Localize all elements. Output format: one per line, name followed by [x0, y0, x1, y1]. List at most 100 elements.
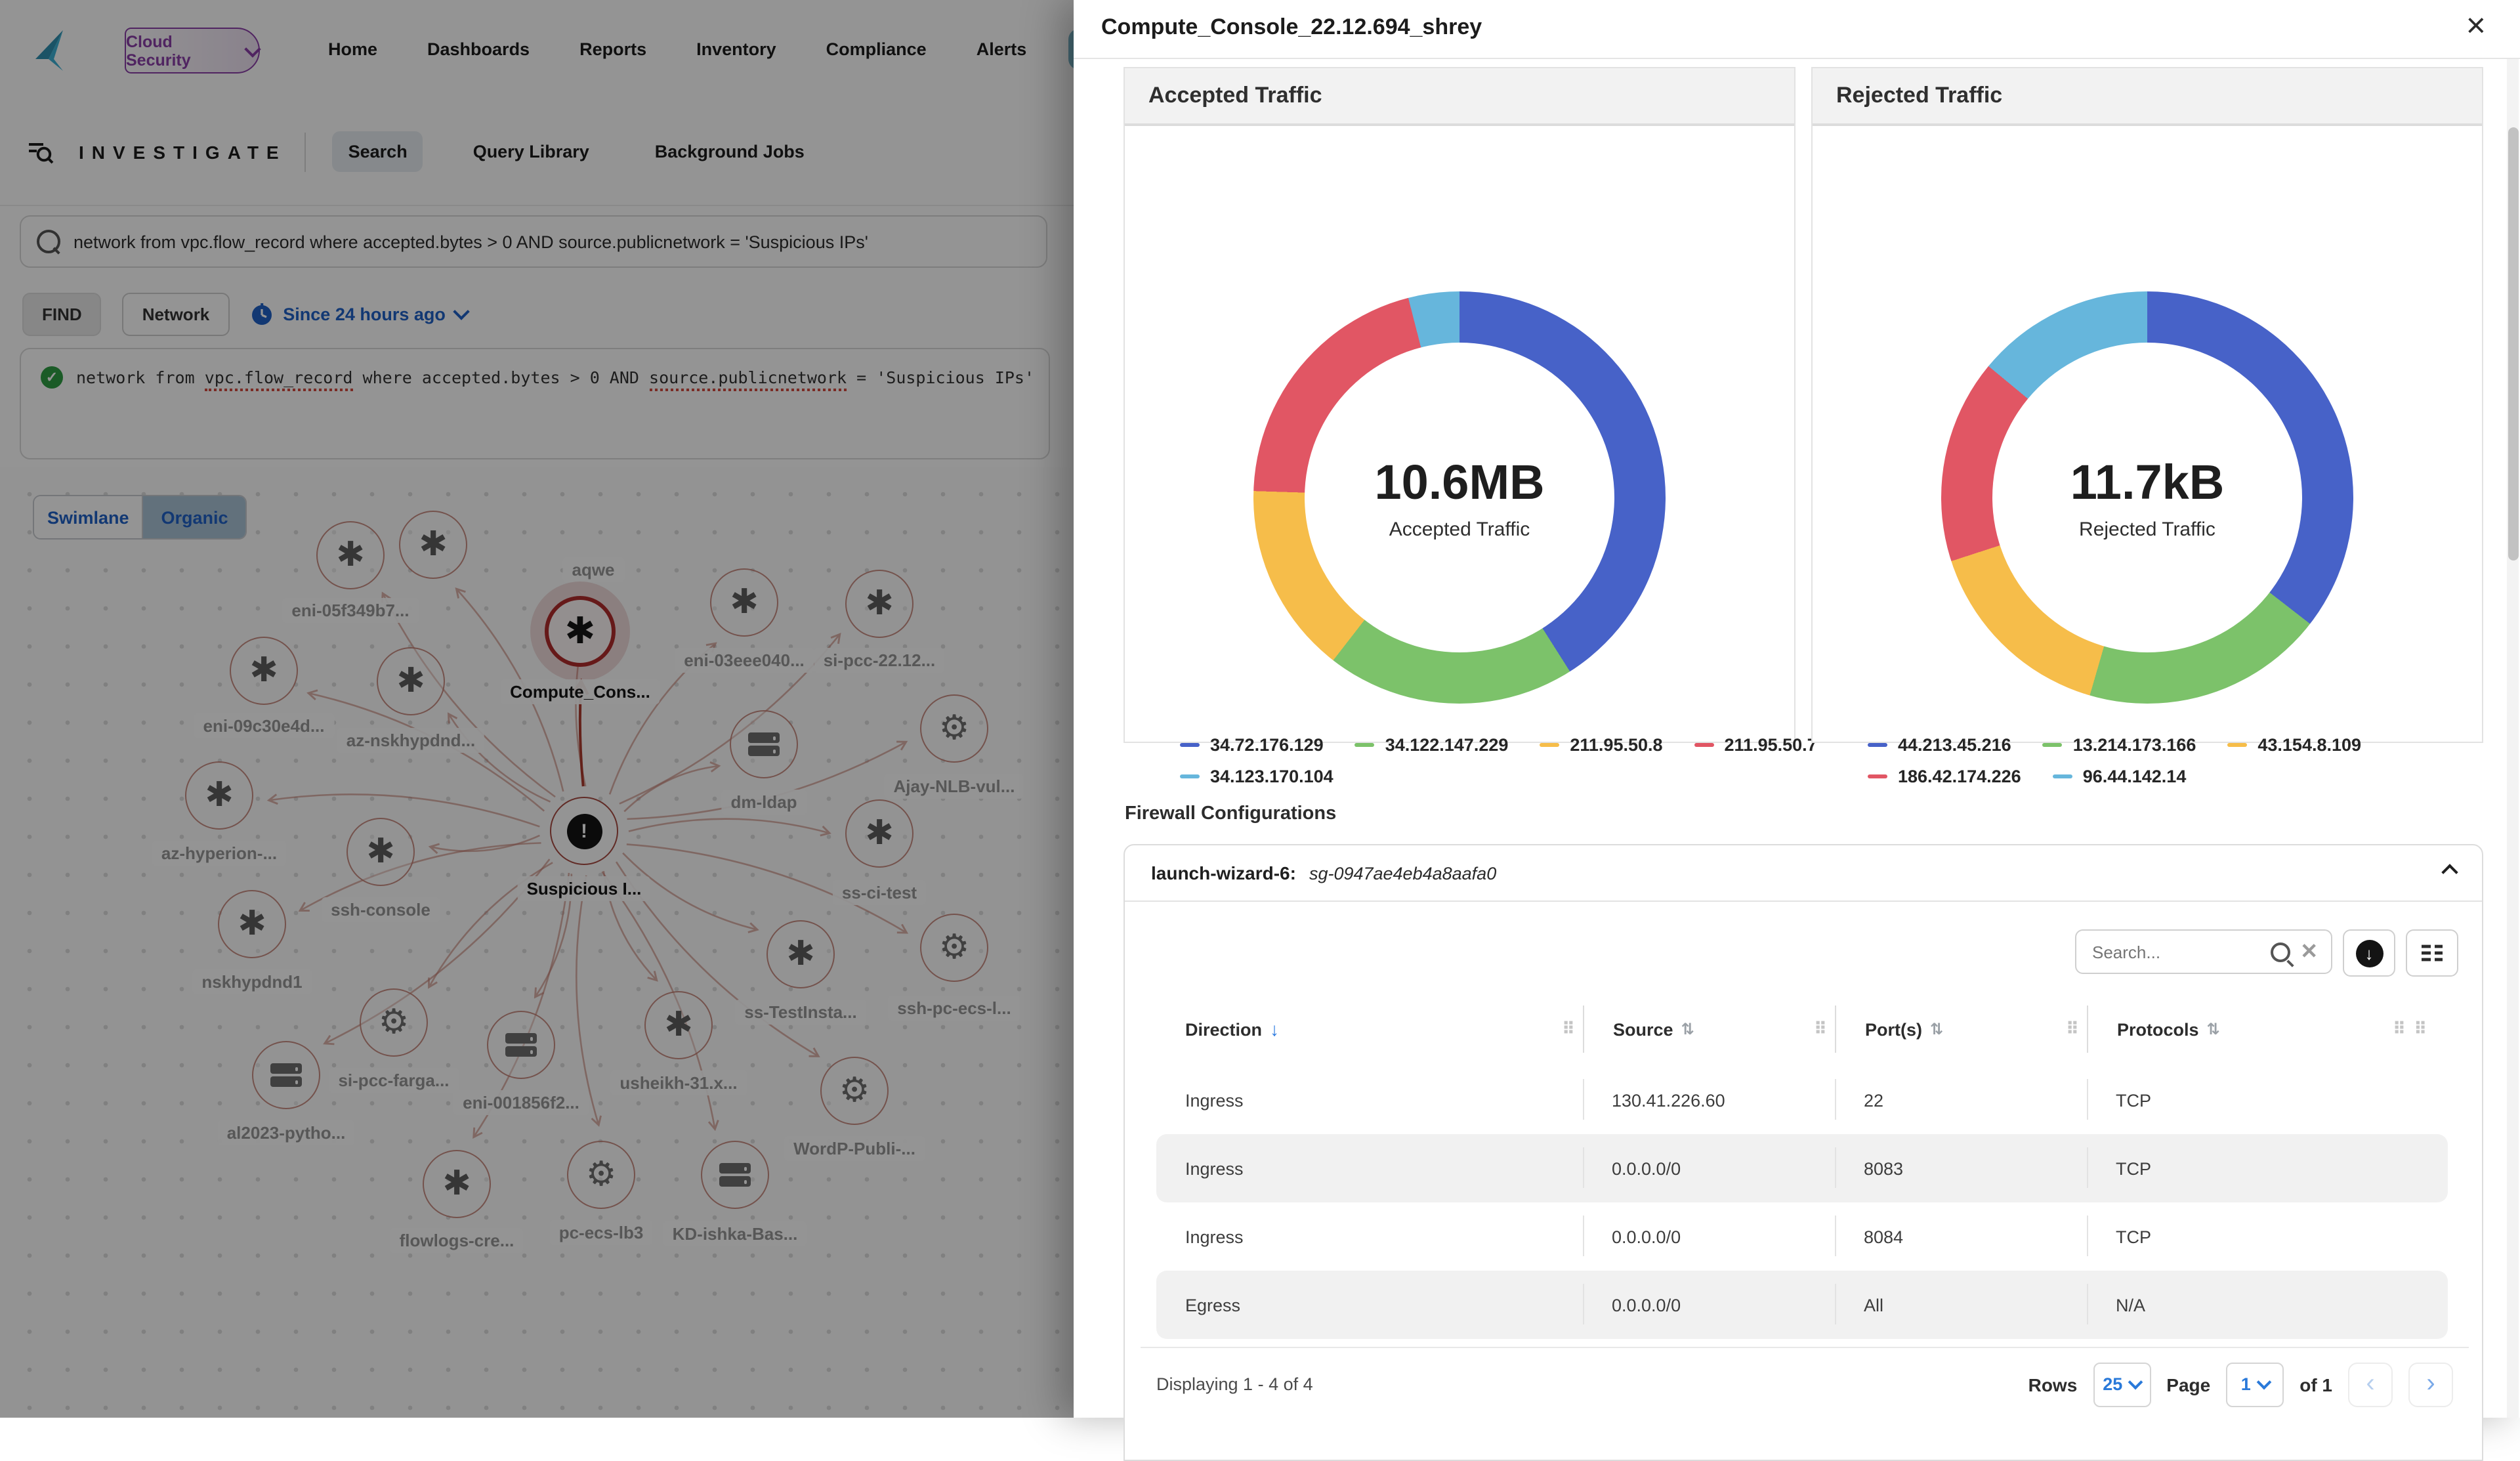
column-header-source[interactable]: Source ⇅ ⠿ — [1583, 1006, 1835, 1053]
chart-legend: 34.72.176.129 34.122.147.229 211.95.50.8 21… — [1180, 735, 1817, 786]
column-settings-button[interactable] — [2406, 929, 2458, 977]
main-app: Cloud Security HomeDashboardsReportsInve… — [0, 0, 1074, 1418]
detail-panel: Compute_Console_22.12.694_shrey × Accept… — [1074, 0, 2520, 1418]
legend-label: 211.95.50.8 — [1570, 735, 1662, 755]
legend-label: 96.44.142.14 — [2083, 767, 2187, 786]
column-label: Source — [1613, 1019, 1673, 1039]
close-icon[interactable]: × — [2466, 8, 2486, 42]
legend-item[interactable]: 211.95.50.8 — [1540, 735, 1662, 755]
sort-icon[interactable]: ⇅ — [1930, 1020, 1943, 1038]
clear-search-icon[interactable]: ✕ — [2300, 939, 2318, 965]
legend-item[interactable]: 96.44.142.14 — [2053, 767, 2187, 786]
cell-ports: 8084 — [1835, 1202, 2087, 1271]
legend-item[interactable]: 34.122.147.229 — [1355, 735, 1509, 755]
legend-label: 13.214.173.166 — [2073, 735, 2196, 755]
cell-protocols: TCP — [2087, 1202, 2414, 1271]
page-select[interactable]: 1 — [2226, 1362, 2284, 1407]
legend-marker — [2053, 774, 2072, 779]
legend-item[interactable]: 211.95.50.7 — [1694, 735, 1817, 755]
download-icon: ↓ — [2355, 939, 2383, 967]
legend-item[interactable]: 43.154.8.109 — [2227, 735, 2361, 755]
next-page-button[interactable]: › — [2408, 1362, 2453, 1407]
legend-marker — [1868, 743, 1887, 748]
cell-source: 0.0.0.0/0 — [1583, 1271, 1835, 1339]
cell-direction: Ingress — [1156, 1202, 1583, 1271]
legend-marker — [1540, 743, 1559, 748]
displaying-count: Displaying 1 - 4 of 4 — [1156, 1374, 1313, 1394]
cell-source: 0.0.0.0/0 — [1583, 1134, 1835, 1202]
drag-handle-icon[interactable]: ⠿ — [2414, 1019, 2427, 1039]
column-header-ports[interactable]: Port(s)⇅⠿ — [1835, 1006, 2087, 1053]
traffic-card-accepted: Accepted Traffic10.6MBAccepted Traffic34… — [1124, 67, 1796, 743]
table-footer: Displaying 1 - 4 of 4 Rows 25 Page 1 of … — [1141, 1347, 2469, 1420]
modal-scrim — [0, 0, 1074, 1418]
legend-item[interactable]: 186.42.174.226 — [1868, 767, 2021, 786]
legend-item[interactable]: 34.72.176.129 — [1180, 735, 1324, 755]
table-row[interactable]: Ingress0.0.0.0/08084TCP — [1156, 1202, 2448, 1271]
donut-chart[interactable]: 10.6MBAccepted Traffic — [1253, 291, 1666, 704]
column-header-direction[interactable]: Direction ↓ ⠿ — [1156, 1006, 1583, 1053]
drag-handle-icon[interactable]: ⠿ — [2393, 1019, 2406, 1039]
legend-item[interactable]: 13.214.173.166 — [2043, 735, 2196, 755]
prev-page-button[interactable]: ‹ — [2348, 1362, 2393, 1407]
column-label: Protocols — [2117, 1019, 2199, 1039]
download-button[interactable]: ↓ — [2343, 929, 2395, 977]
legend-marker — [2227, 743, 2247, 748]
panel-scrollbar[interactable] — [2507, 59, 2519, 1418]
table-row[interactable]: Egress0.0.0.0/0AllN/A — [1156, 1271, 2448, 1339]
firewall-heading: Firewall Configurations — [1125, 803, 1336, 824]
legend-marker — [1180, 774, 1200, 779]
card-title: Rejected Traffic — [1813, 68, 2482, 126]
chart-legend: 44.213.45.216 13.214.173.166 43.154.8.109 1… — [1868, 735, 2361, 786]
search-icon[interactable] — [2270, 942, 2290, 962]
donut-center-label: Rejected Traffic — [2079, 518, 2216, 540]
legend-marker — [1694, 743, 1714, 748]
sort-icon[interactable]: ⇅ — [1681, 1020, 1694, 1038]
donut-center: 10.6MBAccepted Traffic — [1305, 343, 1614, 652]
legend-label: 43.154.8.109 — [2258, 735, 2361, 755]
legend-label: 34.123.170.104 — [1210, 767, 1334, 786]
cell-end — [2414, 1134, 2448, 1202]
donut-center: 11.7kBRejected Traffic — [1992, 343, 2302, 652]
legend-row: 44.213.45.216 13.214.173.166 43.154.8.109 — [1868, 735, 2361, 755]
donut-chart[interactable]: 11.7kBRejected Traffic — [1941, 291, 2353, 704]
page-label: Page — [2166, 1374, 2210, 1395]
table-search[interactable]: ✕ — [2075, 929, 2332, 974]
legend-marker — [1868, 774, 1887, 779]
column-label: Direction — [1185, 1019, 1262, 1039]
accordion-header[interactable]: launch-wizard-6: sg-0947ae4eb4a8aafa0 — [1125, 845, 2482, 902]
drag-handle-icon[interactable]: ⠿ — [1814, 1019, 1827, 1039]
rows-per-page-select[interactable]: 25 — [2093, 1362, 2151, 1407]
cell-direction: Egress — [1156, 1271, 1583, 1339]
donut-center-label: Accepted Traffic — [1389, 518, 1530, 540]
card-title: Accepted Traffic — [1125, 68, 1794, 126]
cell-source: 0.0.0.0/0 — [1583, 1202, 1835, 1271]
table-header: Direction↓⠿Source⇅⠿Port(s)⇅⠿Protocols⇅⠿⠿ — [1156, 1006, 2448, 1053]
legend-marker — [1180, 743, 1200, 748]
drag-handle-icon[interactable]: ⠿ — [1562, 1019, 1575, 1039]
drag-handle-icon[interactable]: ⠿ — [2066, 1019, 2079, 1039]
scrollbar-thumb[interactable] — [2508, 127, 2518, 561]
sort-desc-icon[interactable]: ↓ — [1270, 1019, 1279, 1040]
chevron-up-icon[interactable] — [2444, 861, 2456, 885]
table-body: Ingress130.41.226.6022TCPIngress0.0.0.0/… — [1156, 1066, 2448, 1339]
table-row[interactable]: Ingress130.41.226.6022TCP — [1156, 1066, 2448, 1134]
chevron-down-icon — [2128, 1375, 2143, 1390]
rows-label: Rows — [2028, 1374, 2078, 1395]
sort-icon[interactable]: ⇅ — [2207, 1020, 2220, 1038]
firewall-accordion: launch-wizard-6: sg-0947ae4eb4a8aafa0 ✕ … — [1124, 844, 2483, 1461]
rows-per-page-value: 25 — [2103, 1374, 2122, 1394]
table-row[interactable]: Ingress0.0.0.0/08083TCP — [1156, 1134, 2448, 1202]
legend-item[interactable]: 34.123.170.104 — [1180, 767, 1334, 786]
cell-end — [2414, 1271, 2448, 1339]
legend-item[interactable]: 44.213.45.216 — [1868, 735, 2011, 755]
table-search-input[interactable] — [2090, 941, 2259, 963]
cell-protocols: N/A — [2087, 1271, 2414, 1339]
legend-label: 186.42.174.226 — [1898, 767, 2021, 786]
page-value: 1 — [2241, 1374, 2251, 1394]
column-header-protocols[interactable]: Protocols ⇅ ⠿ — [2087, 1006, 2414, 1053]
security-group-id: sg-0947ae4eb4a8aafa0 — [1309, 863, 1496, 883]
chevron-down-icon — [2256, 1375, 2271, 1390]
legend-label: 34.122.147.229 — [1385, 735, 1509, 755]
cell-direction: Ingress — [1156, 1066, 1583, 1134]
